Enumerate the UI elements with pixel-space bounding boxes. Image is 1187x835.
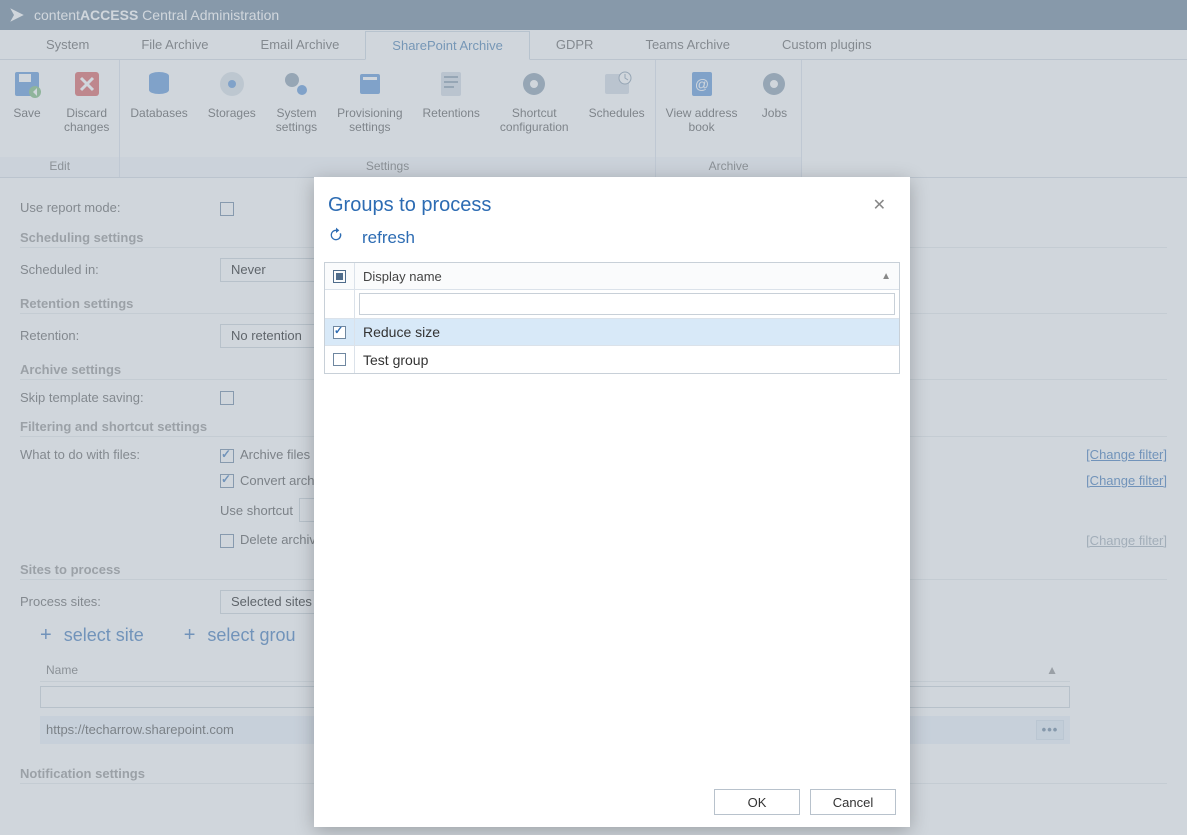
groups-grid: Display name ▲ Reduce size Test group [324,262,900,374]
list-item[interactable]: Reduce size [325,319,899,346]
sort-caret-icon[interactable]: ▲ [881,271,891,282]
ok-button[interactable]: OK [714,789,800,815]
close-icon[interactable]: ✕ [867,193,892,217]
row-name: Test group [363,352,428,368]
list-item[interactable]: Test group [325,346,899,373]
groups-modal: Groups to process ✕ refresh Display name… [314,177,910,827]
modal-title: Groups to process [328,194,491,217]
row-checkbox[interactable] [333,353,346,366]
row-name: Reduce size [363,324,440,340]
select-all-checkbox[interactable] [333,270,346,283]
col-display-name[interactable]: Display name [363,269,442,284]
grid-filter-input[interactable] [359,293,895,315]
refresh-icon [328,227,344,248]
refresh-link[interactable]: refresh [314,223,910,258]
row-checkbox[interactable] [333,326,346,339]
cancel-button[interactable]: Cancel [810,789,896,815]
